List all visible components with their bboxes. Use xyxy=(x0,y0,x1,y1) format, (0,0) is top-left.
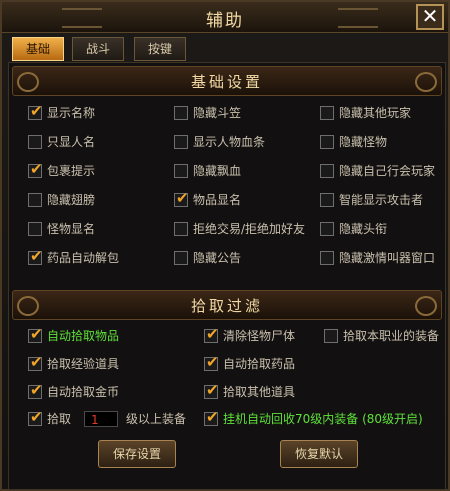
checkbox-icon[interactable] xyxy=(174,106,188,120)
checkbox-icon[interactable]: ✔ xyxy=(204,408,219,426)
checkbox-icon[interactable]: ✔ xyxy=(28,381,43,399)
tab-keys[interactable]: 按键 xyxy=(134,37,186,61)
title-ornament-right-icon xyxy=(338,8,378,28)
checkbox-label: 隐藏斗笠 xyxy=(193,106,242,120)
pickup-filter-title: 拾取过滤 xyxy=(190,297,263,315)
restore-default-button[interactable]: 恢复默认 xyxy=(280,440,358,468)
checkmark-icon: ✔ xyxy=(206,381,219,399)
checkmark-icon: ✔ xyxy=(30,381,43,399)
checkbox-icon[interactable] xyxy=(320,135,334,149)
checkbox-icon[interactable] xyxy=(174,222,188,236)
checkmark-icon: ✔ xyxy=(176,189,189,207)
pickup-level-label: 拾取 xyxy=(47,412,72,426)
checkbox-icon[interactable]: ✔ xyxy=(28,160,43,178)
checkmark-icon: ✔ xyxy=(206,325,219,343)
checkbox-icon[interactable] xyxy=(28,222,42,236)
checkmark-icon: ✔ xyxy=(206,353,219,371)
checkbox-label: 隐藏公告 xyxy=(193,251,242,265)
basic-settings-header: 基础设置 xyxy=(12,66,442,96)
checkbox-label: 自动拾取金币 xyxy=(47,385,120,399)
checkbox-icon[interactable] xyxy=(28,135,42,149)
checkbox-label: 显示人物血条 xyxy=(193,135,266,149)
checkbox-icon[interactable]: ✔ xyxy=(28,353,43,371)
checkbox-icon[interactable] xyxy=(320,106,334,120)
checkbox-label: 物品显名 xyxy=(193,193,242,207)
pickup-filter-header: 拾取过滤 xyxy=(12,290,442,320)
checkbox-icon[interactable]: ✔ xyxy=(28,102,43,120)
checkbox-label: 隐藏翅膀 xyxy=(47,193,96,207)
checkmark-icon: ✔ xyxy=(30,353,43,371)
checkbox-label: 显示名称 xyxy=(47,106,96,120)
checkmark-icon: ✔ xyxy=(206,408,219,426)
checkmark-icon: ✔ xyxy=(30,247,43,265)
checkmark-icon: ✔ xyxy=(30,102,43,120)
checkbox-icon[interactable]: ✔ xyxy=(204,381,219,399)
checkbox-label: 隐藏自己行会玩家 xyxy=(339,164,436,178)
checkbox-label: 只显人名 xyxy=(47,135,96,149)
checkbox-icon[interactable] xyxy=(174,135,188,149)
checkbox-label: 清除怪物尸体 xyxy=(223,329,296,343)
auto-recycle-label: 挂机自动回收70级内装备 (80级开启) xyxy=(223,412,423,426)
checkbox-label: 药品自动解包 xyxy=(47,251,120,265)
close-button[interactable]: ✕ xyxy=(416,4,444,30)
tab-basic[interactable]: 基础 xyxy=(12,37,64,61)
checkbox-label: 隐藏激情叫器窗口 xyxy=(339,251,436,265)
checkmark-icon: ✔ xyxy=(30,325,43,343)
checkbox-icon[interactable] xyxy=(320,251,334,265)
save-settings-button[interactable]: 保存设置 xyxy=(98,440,176,468)
checkbox-label: 怪物显名 xyxy=(47,222,96,236)
basic-settings-title: 基础设置 xyxy=(190,73,263,91)
checkbox-icon[interactable] xyxy=(174,251,188,265)
checkbox-icon[interactable] xyxy=(324,329,338,343)
checkmark-icon: ✔ xyxy=(30,160,43,178)
checkbox-label: 隐藏其他玩家 xyxy=(339,106,412,120)
window-title: 辅助 xyxy=(206,11,244,31)
checkbox-icon[interactable]: ✔ xyxy=(174,189,189,207)
tab-combat[interactable]: 战斗 xyxy=(72,37,124,61)
checkmark-icon: ✔ xyxy=(30,408,43,426)
checkbox-label: 智能显示攻击者 xyxy=(339,193,424,207)
checkbox-label: 隐藏怪物 xyxy=(339,135,388,149)
checkbox-icon[interactable] xyxy=(320,222,334,236)
checkbox-label: 包裹提示 xyxy=(47,164,96,178)
checkbox-icon[interactable]: ✔ xyxy=(28,325,43,343)
checkbox-icon[interactable]: ✔ xyxy=(204,353,219,371)
checkbox-label: 拾取其他道具 xyxy=(223,385,296,399)
checkbox-label: 自动拾取药品 xyxy=(223,357,296,371)
checkbox-label: 拾取经验道具 xyxy=(47,357,120,371)
checkbox-icon[interactable]: ✔ xyxy=(204,325,219,343)
header-ornament-right-icon xyxy=(415,296,437,316)
checkbox-label: 隐藏头衔 xyxy=(339,222,388,236)
title-bar: 辅助 ✕ xyxy=(2,2,448,33)
pickup-level-suffix: 级以上装备 xyxy=(126,412,187,426)
checkbox-icon[interactable] xyxy=(320,164,334,178)
checkbox-icon[interactable]: ✔ xyxy=(28,408,43,426)
header-ornament-right-icon xyxy=(415,72,437,92)
checkbox-label: 隐藏飘血 xyxy=(193,164,242,178)
checkbox-label: 自动拾取物品 xyxy=(47,329,120,343)
checkbox-icon[interactable]: ✔ xyxy=(28,247,43,265)
checkbox-icon[interactable] xyxy=(28,193,42,207)
checkbox-icon[interactable] xyxy=(174,164,188,178)
checkbox-icon[interactable] xyxy=(320,193,334,207)
checkbox-label: 拒绝交易/拒绝加好友 xyxy=(193,222,306,236)
assist-window: 辅助 ✕ 基础 战斗 按键 基础设置 拾取过滤 ✔ 拾取 1 级以上装备 ✔ 挂… xyxy=(0,0,450,491)
checkbox-label: 拾取本职业的装备 xyxy=(343,329,440,343)
pickup-level-input[interactable]: 1 xyxy=(84,411,118,427)
